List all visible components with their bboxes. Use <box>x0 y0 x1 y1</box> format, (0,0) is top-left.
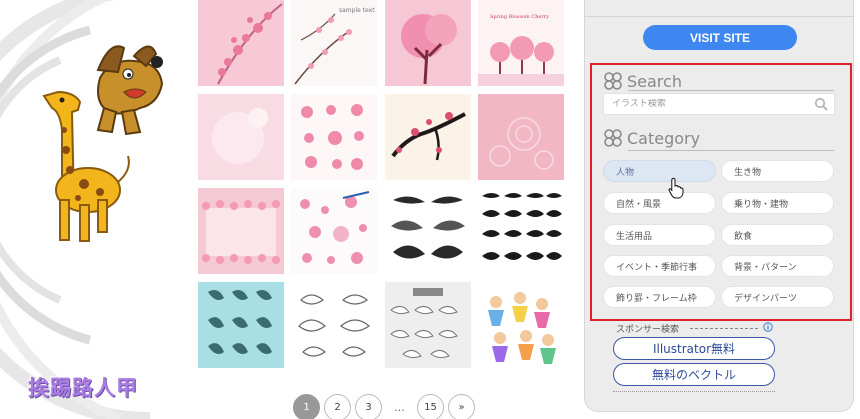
watermark-text: 挨踢路人甲 <box>28 376 138 400</box>
category-food-drink[interactable]: 飲食 <box>721 224 834 246</box>
left-decoration: 挨踢路人甲 <box>0 0 195 419</box>
page-button-last[interactable]: 15 <box>417 393 444 419</box>
search-box <box>603 93 835 115</box>
hand-cursor-icon <box>668 177 684 199</box>
category-design-parts[interactable]: デザインパーツ <box>721 286 834 308</box>
thumbnail-pink-floral-pattern[interactable] <box>478 94 564 180</box>
category-backgrounds-patterns[interactable]: 背景・パターン <box>721 255 834 277</box>
thumbnail-black-wings[interactable] <box>385 188 471 274</box>
mascot-illustration <box>0 0 164 419</box>
thumbnail-plum-branch[interactable] <box>385 94 471 180</box>
sponsor-link-illustrator-free[interactable]: Illustrator無料 <box>613 337 775 360</box>
thumbnail-caption: Spring Blossom Cherry <box>490 14 549 20</box>
thumbnail-floral-frame[interactable] <box>198 188 284 274</box>
category-daily-goods[interactable]: 生活用品 <box>603 224 716 246</box>
search-section-header: Search <box>603 71 682 91</box>
thumbnail-grey-wings[interactable] <box>385 282 471 368</box>
sponsor-label: スポンサー検索 <box>616 325 680 335</box>
dog-icon <box>96 45 164 136</box>
thumbnail-sakura-icons[interactable] <box>291 94 377 180</box>
page-ellipsis: ... <box>394 400 405 414</box>
divider <box>628 90 834 91</box>
divider <box>690 328 758 329</box>
category-borders-frames[interactable]: 飾り罫・フレーム枠 <box>603 286 716 308</box>
page-button-1[interactable]: 1 <box>293 393 320 419</box>
thumbnail-grid: sample text Spring Blossom Cherry <box>198 0 570 372</box>
info-icon[interactable] <box>763 322 773 332</box>
thumbnail-cherry-tree[interactable] <box>385 0 471 86</box>
thumbnail-angels[interactable] <box>478 282 564 368</box>
thumbnail-caption: sample text <box>339 7 375 14</box>
page-button-3[interactable]: 3 <box>355 393 382 419</box>
category-nature-scenery[interactable]: 自然・風景 <box>603 192 716 214</box>
search-title: Search <box>627 71 682 91</box>
search-input[interactable] <box>612 99 802 109</box>
clover-icon <box>604 129 622 147</box>
category-section-header: Category <box>603 128 700 148</box>
category-vehicles-buildings[interactable]: 乗り物・建物 <box>721 192 834 214</box>
category-events-seasons[interactable]: イベント・季節行事 <box>603 255 716 277</box>
visit-site-button[interactable]: VISIT SITE <box>643 25 797 50</box>
thumbnail-teal-wings[interactable] <box>198 282 284 368</box>
category-animals[interactable]: 生き物 <box>721 160 834 182</box>
category-people[interactable]: 人物 <box>603 160 716 182</box>
thumbnail-pink-bokeh[interactable] <box>198 94 284 180</box>
pagination: 1 2 3 ... 15 » <box>293 393 475 419</box>
thumbnail-cherry-branches-white[interactable]: sample text <box>291 0 377 86</box>
thumbnail-spring-blossom[interactable]: Spring Blossom Cherry <box>478 0 564 86</box>
category-title: Category <box>627 128 701 148</box>
thumbnail-wing-set[interactable] <box>478 188 564 274</box>
divider <box>628 150 834 151</box>
page-button-2[interactable]: 2 <box>324 393 351 419</box>
search-icon[interactable] <box>814 97 828 111</box>
thumbnail-sakura-collection[interactable] <box>291 188 377 274</box>
divider <box>613 391 775 392</box>
thumbnail-outline-wings[interactable] <box>291 282 377 368</box>
divider <box>585 16 853 17</box>
clover-icon <box>604 72 622 90</box>
sponsor-link-free-vector[interactable]: 無料のベクトル <box>613 363 775 386</box>
thumbnail-cherry-branch-pink[interactable] <box>198 0 284 86</box>
next-page-button[interactable]: » <box>448 393 475 419</box>
